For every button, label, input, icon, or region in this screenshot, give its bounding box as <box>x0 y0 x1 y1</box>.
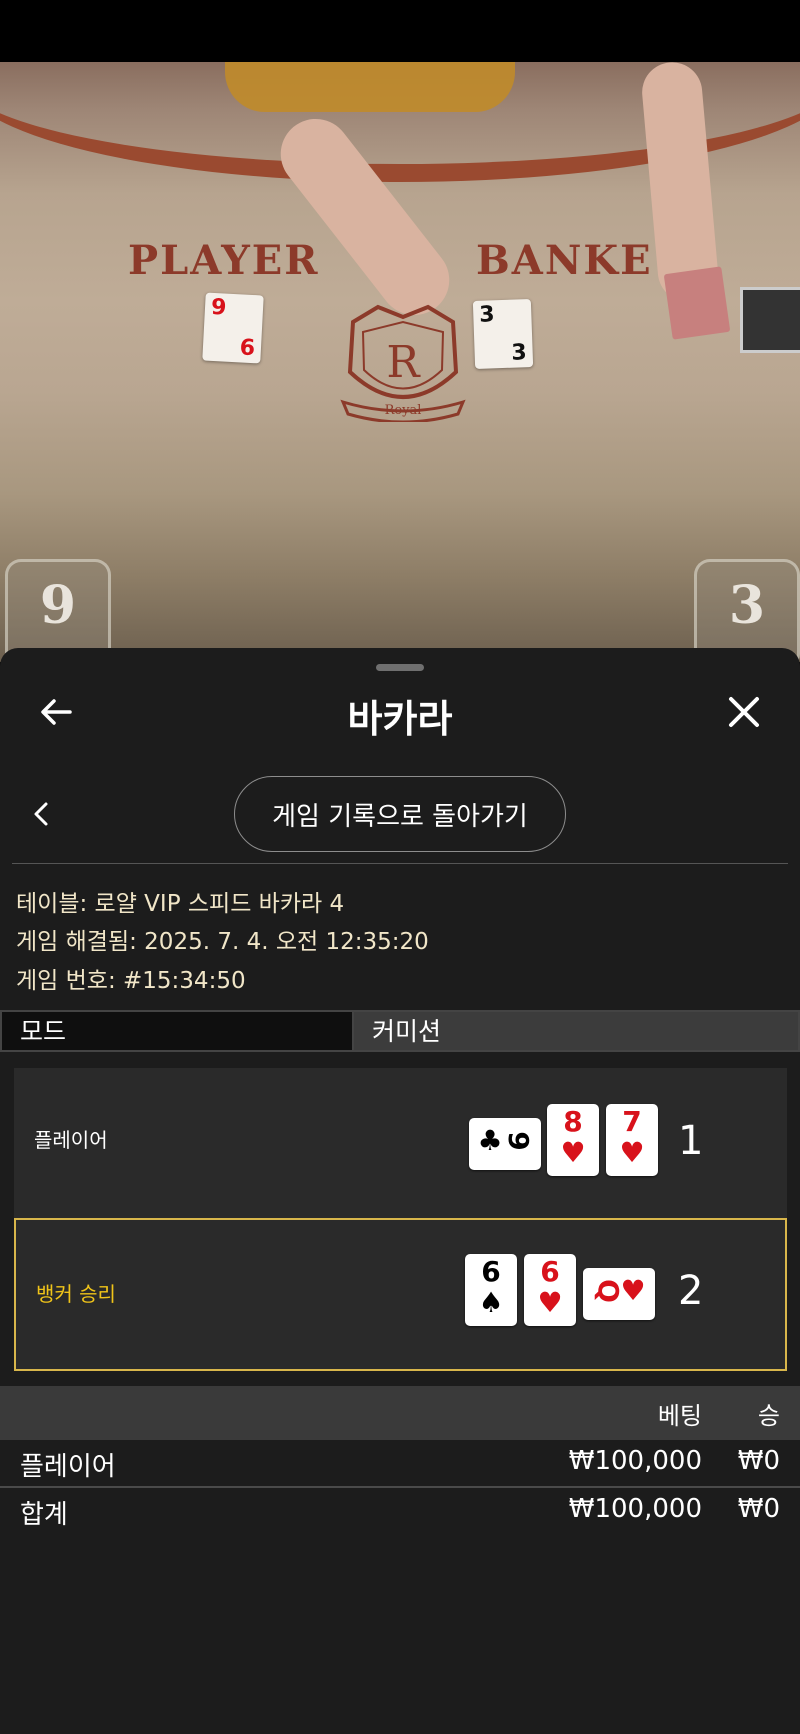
total-bet: ₩100,000 <box>568 1494 702 1524</box>
banker-card-1: 6 ♠ <box>465 1254 517 1326</box>
banker-win-label: 뱅커 승리 <box>36 1282 116 1306</box>
player-card-2: 8 ♥ <box>547 1104 599 1176</box>
dealer <box>225 62 515 112</box>
total-win: ₩0 <box>737 1494 780 1524</box>
player-card-1: ♣ 9 <box>469 1118 541 1170</box>
game-number: 게임 번호: #15:34:50 <box>16 968 246 994</box>
player-hand-score: 1 <box>678 1118 704 1164</box>
dealt-back-card <box>663 266 731 340</box>
banker-hand: 뱅커 승리 6 ♠ 6 ♥ Q ♥ 2 <box>14 1218 787 1371</box>
total-row: 합계 ₩100,000 ₩0 <box>0 1488 800 1534</box>
sheet-drag-handle[interactable] <box>376 664 424 671</box>
resolved-time: 게임 해결됨: 2025. 7. 4. 오전 12:35:20 <box>16 929 429 955</box>
mode-tabs: 모드 커미션 <box>0 1010 800 1052</box>
prev-button[interactable] <box>14 786 70 842</box>
bets-table-header: 베팅 승 <box>0 1386 800 1440</box>
close-button[interactable] <box>716 684 772 740</box>
header-win: 승 <box>757 1402 780 1430</box>
tab-commission[interactable]: 커미션 <box>354 1010 800 1052</box>
table-card-banker: 3 3 <box>472 299 534 369</box>
bet-amount: ₩100,000 <box>568 1446 702 1476</box>
win-amount: ₩0 <box>737 1446 780 1476</box>
logo-text: Royal <box>385 403 422 418</box>
banker-card-2: 6 ♥ <box>524 1254 576 1326</box>
banker-card-3: Q ♥ <box>583 1268 655 1320</box>
player-card-3: 7 ♥ <box>606 1104 658 1176</box>
back-to-history-button[interactable]: 게임 기록으로 돌아가기 <box>234 776 566 852</box>
table-player-word: PLAYER <box>128 237 320 284</box>
live-video: PLAYER BANKE R Royal 9 6 3 3 9 3 <box>0 62 800 662</box>
card-shoe <box>740 287 800 353</box>
player-hand-label: 플레이어 <box>34 1128 108 1152</box>
table-row: 플레이어 ₩100,000 ₩0 <box>0 1440 800 1486</box>
banker-hand-score: 2 <box>678 1268 704 1314</box>
player-hand: 플레이어 ♣ 9 8 ♥ 7 ♥ 1 <box>14 1068 787 1221</box>
page-title: 바카라 <box>347 697 453 741</box>
divider <box>12 863 788 864</box>
header-bet: 베팅 <box>657 1402 702 1430</box>
game-detail-sheet: 바카라 게임 기록으로 돌아가기 테이블: 로얄 VIP 스피드 바카라 4 게… <box>0 648 800 1734</box>
player-score-tile: 9 <box>5 559 111 662</box>
logo-letter: R <box>386 337 421 388</box>
royal-logo: R Royal <box>340 304 466 422</box>
banker-score-tile: 3 <box>694 559 800 662</box>
table-info: 테이블: 로얄 VIP 스피드 바카라 4 <box>16 891 345 917</box>
close-icon <box>729 697 759 727</box>
tab-mode[interactable]: 모드 <box>0 1010 354 1052</box>
total-label: 합계 <box>20 1500 68 1530</box>
bet-name: 플레이어 <box>20 1452 116 1482</box>
table-card-player: 9 6 <box>202 292 264 364</box>
chevron-left-icon <box>34 802 48 826</box>
status-bar <box>0 0 800 62</box>
table-banker-word: BANKE <box>476 237 653 284</box>
